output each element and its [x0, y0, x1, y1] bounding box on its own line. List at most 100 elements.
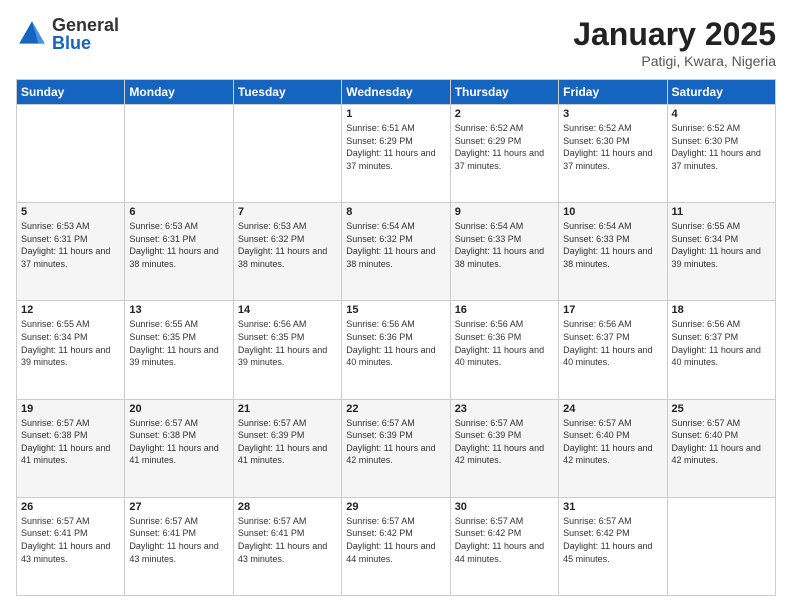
day-number: 16: [455, 304, 554, 316]
day-number: 26: [21, 501, 120, 513]
day-cell: 31 Sunrise: 6:57 AMSunset: 6:42 PMDayligh…: [559, 497, 667, 595]
day-info: Sunrise: 6:54 AMSunset: 6:32 PMDaylight:…: [346, 220, 445, 270]
day-info: Sunrise: 6:55 AMSunset: 6:34 PMDaylight:…: [21, 318, 120, 368]
day-number: 18: [672, 304, 771, 316]
day-number: 23: [455, 403, 554, 415]
day-number: 11: [672, 206, 771, 218]
day-cell: 18 Sunrise: 6:56 AMSunset: 6:37 PMDayligh…: [667, 301, 775, 399]
day-number: 10: [563, 206, 662, 218]
logo-blue-text: Blue: [52, 34, 119, 52]
day-info: Sunrise: 6:56 AMSunset: 6:36 PMDaylight:…: [455, 318, 554, 368]
day-cell: 2 Sunrise: 6:52 AMSunset: 6:29 PMDaylight…: [450, 105, 558, 203]
day-cell: 28Sunrise: 6:57 AMSunset: 6:41 PMDayligh…: [233, 497, 341, 595]
day-info: Sunrise: 6:52 AMSunset: 6:29 PMDaylight:…: [455, 122, 554, 172]
day-info: Sunrise: 6:57 AMSunset: 6:41 PMDaylight:…: [21, 515, 120, 565]
day-cell: 21Sunrise: 6:57 AMSunset: 6:39 PMDayligh…: [233, 399, 341, 497]
day-cell: 14 Sunrise: 6:56 AMSunset: 6:35 PMDayligh…: [233, 301, 341, 399]
day-cell: 26 Sunrise: 6:57 AMSunset: 6:41 PMDayligh…: [17, 497, 125, 595]
day-cell: 19 Sunrise: 6:57 AMSunset: 6:38 PMDayligh…: [17, 399, 125, 497]
day-number: 29: [346, 501, 445, 513]
day-number: 9: [455, 206, 554, 218]
day-number: 22: [346, 403, 445, 415]
day-cell: 22 Sunrise: 6:57 AMSunset: 6:39 PMDayligh…: [342, 399, 450, 497]
day-info: Sunrise: 6:56 AMSunset: 6:36 PMDaylight:…: [346, 318, 445, 368]
day-info: Sunrise: 6:57 AMSunset: 6:42 PMDaylight:…: [455, 515, 554, 565]
day-number: 4: [672, 108, 771, 120]
week-row-2: 5 Sunrise: 6:53 AMSunset: 6:31 PMDaylight…: [17, 203, 776, 301]
day-info: Sunrise: 6:57 AMSunset: 6:41 PMDaylight:…: [129, 515, 228, 565]
day-cell: 11 Sunrise: 6:55 AMSunset: 6:34 PMDayligh…: [667, 203, 775, 301]
day-cell: 27Sunrise: 6:57 AMSunset: 6:41 PMDayligh…: [125, 497, 233, 595]
location: Patigi, Kwara, Nigeria: [573, 53, 776, 69]
day-cell: 1 Sunrise: 6:51 AMSunset: 6:29 PMDaylight…: [342, 105, 450, 203]
day-info: Sunrise: 6:52 AMSunset: 6:30 PMDaylight:…: [563, 122, 662, 172]
header: General Blue January 2025 Patigi, Kwara,…: [16, 16, 776, 69]
day-cell: [667, 497, 775, 595]
day-info: Sunrise: 6:54 AMSunset: 6:33 PMDaylight:…: [563, 220, 662, 270]
day-cell: 15 Sunrise: 6:56 AMSunset: 6:36 PMDayligh…: [342, 301, 450, 399]
weekday-header-wednesday: Wednesday: [342, 80, 450, 105]
day-number: 21: [238, 403, 337, 415]
week-row-5: 26 Sunrise: 6:57 AMSunset: 6:41 PMDayligh…: [17, 497, 776, 595]
day-info: Sunrise: 6:52 AMSunset: 6:30 PMDaylight:…: [672, 122, 771, 172]
day-cell: 8 Sunrise: 6:54 AMSunset: 6:32 PMDaylight…: [342, 203, 450, 301]
logo: General Blue: [16, 16, 119, 52]
day-info: Sunrise: 6:53 AMSunset: 6:32 PMDaylight:…: [238, 220, 337, 270]
day-info: Sunrise: 6:57 AMSunset: 6:39 PMDaylight:…: [346, 417, 445, 467]
day-info: Sunrise: 6:57 AMSunset: 6:42 PMDaylight:…: [346, 515, 445, 565]
day-number: 30: [455, 501, 554, 513]
day-number: 1: [346, 108, 445, 120]
day-info: Sunrise: 6:55 AMSunset: 6:34 PMDaylight:…: [672, 220, 771, 270]
week-row-3: 12Sunrise: 6:55 AMSunset: 6:34 PMDayligh…: [17, 301, 776, 399]
day-info: Sunrise: 6:57 AMSunset: 6:39 PMDaylight:…: [455, 417, 554, 467]
day-info: Sunrise: 6:57 AMSunset: 6:38 PMDaylight:…: [129, 417, 228, 467]
day-number: 2: [455, 108, 554, 120]
day-info: Sunrise: 6:54 AMSunset: 6:33 PMDaylight:…: [455, 220, 554, 270]
day-number: 8: [346, 206, 445, 218]
day-cell: 25Sunrise: 6:57 AMSunset: 6:40 PMDayligh…: [667, 399, 775, 497]
weekday-header-friday: Friday: [559, 80, 667, 105]
day-number: 15: [346, 304, 445, 316]
weekday-header-row: SundayMondayTuesdayWednesdayThursdayFrid…: [17, 80, 776, 105]
day-number: 19: [21, 403, 120, 415]
day-cell: 20 Sunrise: 6:57 AMSunset: 6:38 PMDayligh…: [125, 399, 233, 497]
month-year: January 2025: [573, 16, 776, 53]
day-info: Sunrise: 6:51 AMSunset: 6:29 PMDaylight:…: [346, 122, 445, 172]
week-row-1: 1 Sunrise: 6:51 AMSunset: 6:29 PMDaylight…: [17, 105, 776, 203]
weekday-header-thursday: Thursday: [450, 80, 558, 105]
day-info: Sunrise: 6:56 AMSunset: 6:35 PMDaylight:…: [238, 318, 337, 368]
day-cell: 9 Sunrise: 6:54 AMSunset: 6:33 PMDaylight…: [450, 203, 558, 301]
day-cell: 10 Sunrise: 6:54 AMSunset: 6:33 PMDayligh…: [559, 203, 667, 301]
day-cell: 3 Sunrise: 6:52 AMSunset: 6:30 PMDaylight…: [559, 105, 667, 203]
day-info: Sunrise: 6:55 AMSunset: 6:35 PMDaylight:…: [129, 318, 228, 368]
day-cell: [233, 105, 341, 203]
day-cell: [17, 105, 125, 203]
day-number: 31: [563, 501, 662, 513]
day-info: Sunrise: 6:53 AMSunset: 6:31 PMDaylight:…: [129, 220, 228, 270]
day-info: Sunrise: 6:57 AMSunset: 6:38 PMDaylight:…: [21, 417, 120, 467]
day-info: Sunrise: 6:56 AMSunset: 6:37 PMDaylight:…: [563, 318, 662, 368]
day-info: Sunrise: 6:57 AMSunset: 6:42 PMDaylight:…: [563, 515, 662, 565]
day-number: 5: [21, 206, 120, 218]
day-number: 14: [238, 304, 337, 316]
day-cell: 13 Sunrise: 6:55 AMSunset: 6:35 PMDayligh…: [125, 301, 233, 399]
day-cell: 16 Sunrise: 6:56 AMSunset: 6:36 PMDayligh…: [450, 301, 558, 399]
day-info: Sunrise: 6:56 AMSunset: 6:37 PMDaylight:…: [672, 318, 771, 368]
logo-text: General Blue: [52, 16, 119, 52]
day-number: 24: [563, 403, 662, 415]
day-cell: 5Sunrise: 6:53 AMSunset: 6:31 PMDaylight…: [17, 203, 125, 301]
day-number: 25: [672, 403, 771, 415]
logo-general-text: General: [52, 16, 119, 34]
day-cell: 30 Sunrise: 6:57 AMSunset: 6:42 PMDayligh…: [450, 497, 558, 595]
day-info: Sunrise: 6:57 AMSunset: 6:41 PMDaylight:…: [238, 515, 337, 565]
page: General Blue January 2025 Patigi, Kwara,…: [0, 0, 792, 612]
day-cell: 6Sunrise: 6:53 AMSunset: 6:31 PMDaylight…: [125, 203, 233, 301]
day-number: 3: [563, 108, 662, 120]
day-cell: 17Sunrise: 6:56 AMSunset: 6:37 PMDayligh…: [559, 301, 667, 399]
day-cell: 12Sunrise: 6:55 AMSunset: 6:34 PMDayligh…: [17, 301, 125, 399]
day-cell: 7Sunrise: 6:53 AMSunset: 6:32 PMDaylight…: [233, 203, 341, 301]
day-number: 20: [129, 403, 228, 415]
day-number: 13: [129, 304, 228, 316]
week-row-4: 19 Sunrise: 6:57 AMSunset: 6:38 PMDayligh…: [17, 399, 776, 497]
weekday-header-monday: Monday: [125, 80, 233, 105]
